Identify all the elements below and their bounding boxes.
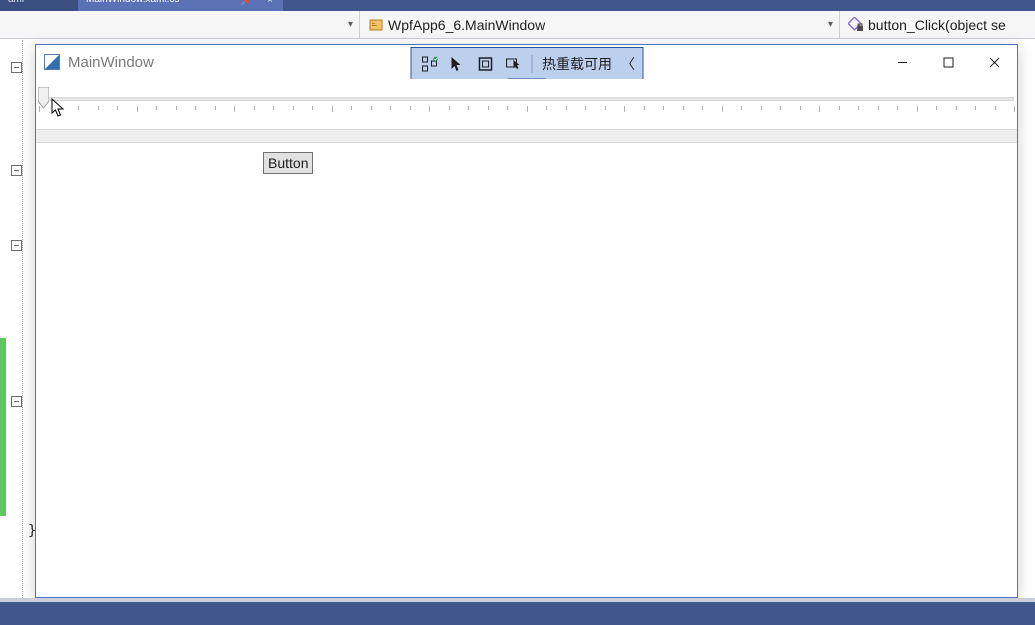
wpf-app-window: MainWindow [35,44,1018,598]
chevron-down-icon: ▾ [348,19,353,30]
nav-member-label: button_Click(object se [868,17,1006,33]
hot-reload-label: 热重载可用 [536,54,618,74]
close-icon[interactable]: × [267,0,273,6]
outline-guide [22,40,23,598]
progressbar [36,129,1017,143]
slider-ticks [39,106,1014,114]
document-tab-active[interactable]: MainWindow.xaml.cs 📌 × [78,0,283,11]
track-focus-icon[interactable] [499,50,527,78]
editor-area: } MainWindow [0,40,1035,598]
toolbar-separator [531,55,532,73]
outline-collapse-toggle[interactable] [11,62,22,73]
app-button[interactable]: Button [263,152,313,174]
method-private-icon [848,17,864,33]
outline-collapse-toggle[interactable] [11,165,22,176]
split-handle[interactable] [1017,42,1031,56]
slider-thumb[interactable] [38,87,49,109]
maximize-button[interactable] [925,45,971,79]
navigation-bar: ▾ WpfApp6_6.MainWindow ▾ button_Click(ob… [0,11,1035,39]
visual-tree-icon[interactable] [415,50,443,78]
status-bar [0,598,1035,625]
slider-track[interactable] [39,97,1014,101]
nav-scope-dropdown[interactable]: ▾ [0,11,360,38]
nav-class-label: WpfApp6_6.MainWindow [388,17,545,33]
outline-collapse-toggle[interactable] [11,240,22,251]
select-element-icon[interactable] [443,50,471,78]
pin-icon[interactable]: 📌 [241,0,253,6]
status-bar-border [0,598,1035,602]
close-button[interactable] [971,45,1017,79]
tab-label: MainWindow.xaml.cs [86,0,179,5]
window-title: MainWindow [68,54,154,71]
outline-gutter [0,40,28,598]
change-marker [0,338,6,516]
minimize-button[interactable] [879,45,925,79]
nav-member-dropdown[interactable]: button_Click(object se [840,11,1035,38]
app-icon [44,54,60,70]
chevron-down-icon: ▾ [828,19,833,30]
layout-adorners-icon[interactable] [471,50,499,78]
tab-label: aml [8,0,24,5]
document-tab-well: aml MainWindow.xaml.cs 📌 × [0,0,283,11]
wpf-client-area: Button [36,79,1017,597]
xaml-debug-toolbar[interactable]: 热重载可用 〈 [410,47,643,81]
class-icon [368,17,384,33]
document-tab-inactive[interactable]: aml [0,0,78,11]
window-system-buttons [879,45,1017,79]
wpf-titlebar[interactable]: MainWindow [36,45,1017,79]
nav-class-dropdown[interactable]: WpfApp6_6.MainWindow ▾ [360,11,840,38]
collapse-toolbar-button[interactable]: 〈 [618,50,638,78]
outline-collapse-toggle[interactable] [11,396,22,407]
